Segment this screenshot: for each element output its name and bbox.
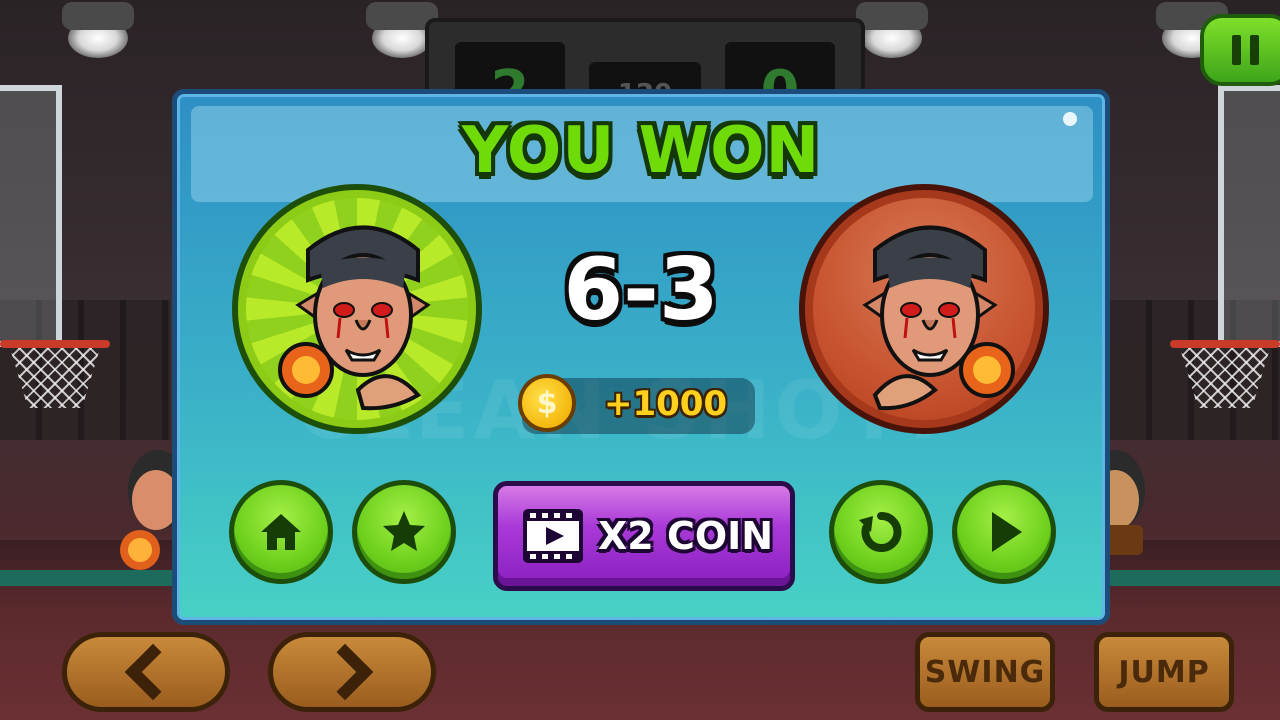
home-icon (261, 514, 301, 550)
result-title: YOU WON (461, 114, 821, 188)
chevron-right-icon (316, 643, 374, 701)
chevron-left-icon (124, 643, 182, 701)
next-button[interactable] (952, 480, 1056, 584)
swing-button[interactable]: SWING (915, 632, 1055, 712)
jump-label: JUMP (1118, 654, 1210, 690)
double-coin-button[interactable]: X2 COIN (493, 481, 795, 591)
replay-icon (859, 511, 902, 552)
rate-button[interactable] (352, 480, 456, 584)
spotlight (856, 2, 928, 58)
spotlight (366, 2, 438, 58)
hoop-rim-left (0, 340, 110, 348)
move-right-button[interactable] (268, 632, 436, 712)
coin-reward-amount: +1000 (604, 384, 728, 424)
move-left-button[interactable] (62, 632, 230, 712)
pause-button[interactable] (1200, 14, 1280, 86)
result-dialog: CLEAN SHOT! YOU WON 6-3 $ +1000 X2 COIN (172, 89, 1110, 625)
double-coin-label: X2 COIN (598, 514, 774, 558)
backboard-right (1218, 85, 1280, 347)
spotlight (62, 2, 134, 58)
swing-label: SWING (924, 654, 1046, 690)
hoop-rim-right (1170, 340, 1280, 348)
backboard-left (0, 85, 62, 347)
video-icon (523, 509, 583, 563)
jump-button[interactable]: JUMP (1094, 632, 1234, 712)
coin-reward: $ +1000 (518, 374, 755, 434)
coin-icon: $ (518, 374, 576, 432)
star-icon (383, 511, 425, 551)
pause-icon (1232, 35, 1241, 65)
final-score: 6-3 (563, 240, 719, 340)
replay-button[interactable] (829, 480, 933, 584)
home-button[interactable] (229, 480, 333, 584)
play-icon (992, 512, 1022, 552)
